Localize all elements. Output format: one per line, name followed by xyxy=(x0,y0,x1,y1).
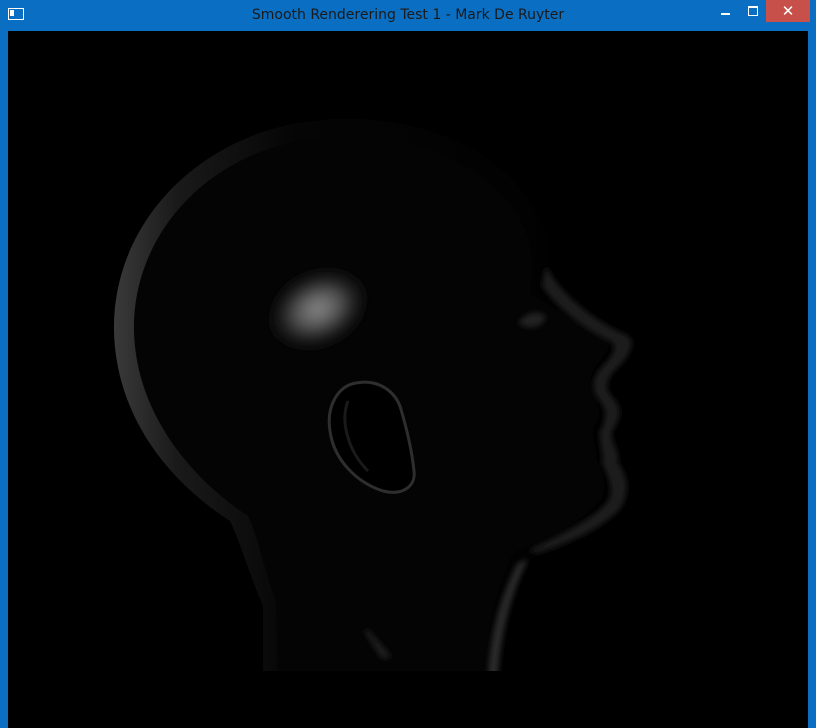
app-window: Smooth Renderering Test 1 - Mark De Ruyt… xyxy=(0,0,816,728)
close-button[interactable]: ✕ xyxy=(766,0,810,22)
maximize-button[interactable] xyxy=(739,0,765,22)
window-title: Smooth Renderering Test 1 - Mark De Ruyt… xyxy=(251,7,565,23)
render-viewport[interactable] xyxy=(8,31,808,728)
close-icon: ✕ xyxy=(781,2,795,20)
rendered-head-image xyxy=(8,118,808,728)
title-bar[interactable]: Smooth Renderering Test 1 - Mark De Ruyt… xyxy=(0,0,816,30)
bottom-fade xyxy=(8,671,808,728)
minimize-button[interactable] xyxy=(712,0,738,22)
